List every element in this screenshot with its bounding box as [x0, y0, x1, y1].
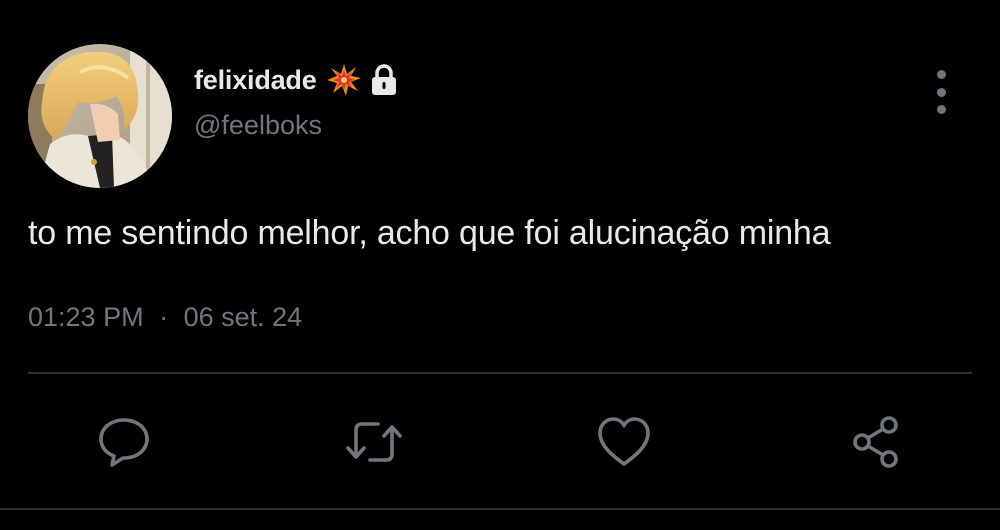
tweet-text: to me sentindo melhor, acho que foi aluc… — [28, 214, 831, 252]
timestamp-separator: · — [159, 302, 169, 332]
tweet: felixidade @feelboks to me sentindo melh… — [0, 0, 1000, 530]
more-options-button[interactable] — [926, 70, 956, 114]
more-dot-icon — [936, 70, 946, 79]
timestamp-row[interactable]: 01:23 PM · 06 set. 24 — [28, 302, 302, 333]
tweet-date: 06 set. 24 — [183, 302, 303, 332]
divider — [28, 372, 972, 374]
lock-icon — [369, 64, 399, 96]
collision-emoji-icon — [326, 63, 361, 97]
more-dot-icon — [936, 87, 946, 97]
display-name-row: felixidade — [194, 60, 399, 100]
avatar-image — [28, 44, 172, 188]
reply-button[interactable] — [94, 412, 154, 472]
like-button[interactable] — [594, 412, 654, 472]
retweet-icon — [346, 422, 402, 462]
avatar[interactable] — [28, 44, 172, 188]
retweet-button[interactable] — [344, 412, 404, 472]
tweet-time: 01:23 PM — [28, 302, 144, 332]
heart-icon — [598, 417, 650, 466]
more-dot-icon — [936, 105, 946, 114]
display-name[interactable]: felixidade — [194, 65, 317, 96]
user-handle[interactable]: @feelboks — [194, 110, 322, 141]
speech-bubble-icon — [99, 418, 149, 467]
share-button[interactable] — [846, 412, 906, 472]
bottom-divider — [0, 508, 1000, 510]
share-icon — [853, 416, 898, 468]
